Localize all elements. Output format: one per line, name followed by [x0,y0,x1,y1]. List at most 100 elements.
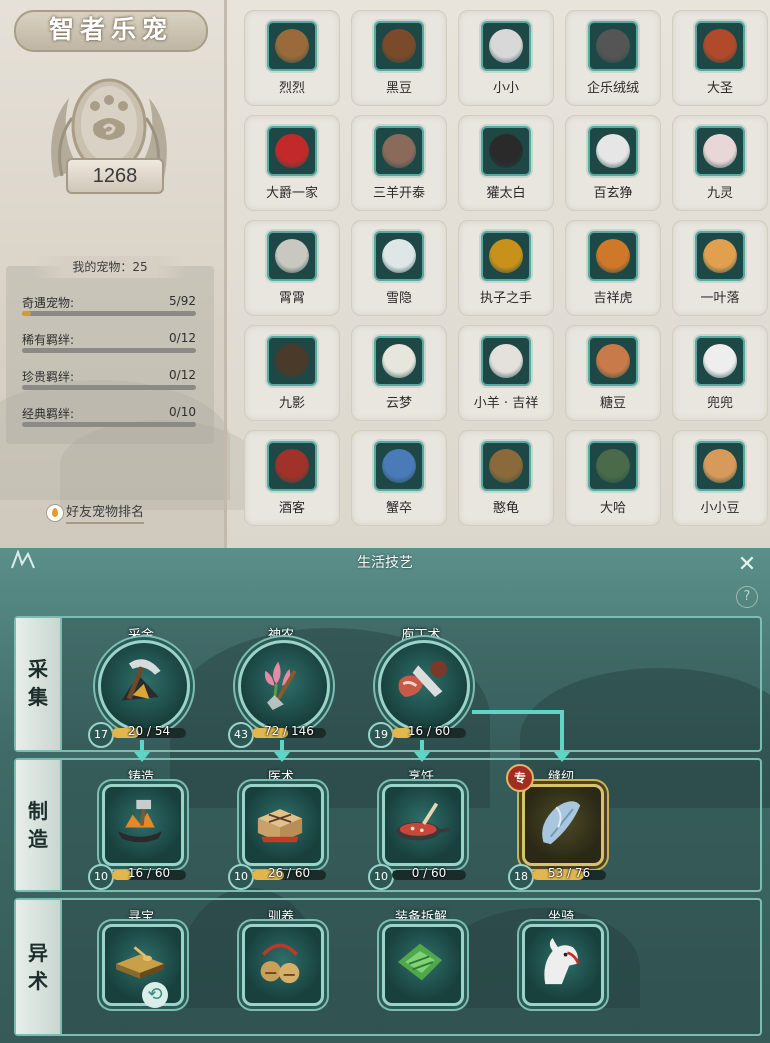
pet-card[interactable]: 黑豆 [351,10,447,106]
stat-value: 0/12 [169,368,196,382]
sewing-icon [542,801,581,845]
pet-card[interactable]: 九影 [244,325,340,421]
pet-card[interactable]: 大爵一家 [244,115,340,211]
skill-level-badge: 10 [368,864,394,890]
skill-frame [382,784,464,866]
skill-xp-text: 53 / 76 [547,866,591,880]
skill-sewing[interactable]: 缝纫 专 18 53 / 76 [506,764,616,890]
pet-card[interactable]: 小羊 · 吉祥 [458,325,554,421]
skill-mount[interactable]: 坐骑 [506,906,616,1026]
pet-card[interactable]: 憨龟 [458,430,554,526]
pet-name: 大哈 [599,501,626,516]
pet-portrait-frame [588,126,638,176]
pet-score-plate: 1268 [66,158,164,194]
pet-name: 吉祥虎 [593,291,633,306]
skill-frame [522,924,604,1006]
pet-card[interactable]: 蟹卒 [351,430,447,526]
skill-treasure-hunt[interactable]: 寻宝 ⟲ [86,906,196,1026]
skills-panel-title: 生活技艺 [357,555,413,571]
skill-mining[interactable]: 采金 17 20 / 54 [86,624,196,748]
pet-card[interactable]: 雪隐 [351,220,447,316]
skill-butchery[interactable]: 庖丁术 19 16 / 60 [366,624,476,748]
pet-card[interactable]: 云梦 [351,325,447,421]
goat-icon [489,29,523,63]
swap-icon[interactable]: ⟲ [142,982,168,1008]
pet-name: 霄霄 [278,291,305,306]
skill-xp-text: 20 / 54 [127,724,171,738]
bird-icon [275,449,309,483]
pet-portrait-frame [481,126,531,176]
pet-portrait-frame [695,126,745,176]
skill-name: 坐骑 [547,910,574,925]
corgi-icon [703,239,737,273]
pet-portrait-frame [695,336,745,386]
pet-name: 大爵一家 [265,186,318,201]
pet-name: 小小 [492,81,519,96]
pet-card[interactable]: 糖豆 [565,325,661,421]
skill-forging[interactable]: 铸造 10 16 / 60 [86,766,196,890]
pet-card[interactable]: 三羊开泰 [351,115,447,211]
pet-summary-sidebar: 智者乐宠 1268 我的宠物：25 奇遇宠物: 5/92 稀有羁绊: 0/12 … [0,0,260,548]
pet-name: 一叶落 [700,291,740,306]
pet-card[interactable]: 一叶落 [672,220,768,316]
skill-level-badge: 10 [88,864,114,890]
pet-card[interactable]: 獾太白 [458,115,554,211]
pet-card[interactable]: 兜兜 [672,325,768,421]
life-skills-panel: 生活技艺 ✕ ? 采 集 制 造 异 术 采金 17 20 / 54 神农 43… [0,548,770,1043]
pet-card[interactable]: 小小豆 [672,430,768,526]
skill-farming[interactable]: 神农 43 72 / 146 [226,624,336,748]
badger-icon [489,134,523,168]
pet-card[interactable]: 烈烈 [244,10,340,106]
title-banner: 智者乐宠 [14,10,208,52]
pet-card[interactable]: 百玄狰 [565,115,661,211]
skill-taming[interactable]: 驯养 [226,906,336,1026]
pet-collection-panel: 智者乐宠 1268 我的宠物：25 奇遇宠物: 5/92 稀有羁绊: 0/12 … [0,0,770,548]
pet-name: 憨龟 [492,501,519,516]
section-tab: 采 集 [16,618,62,750]
skill-level-badge: 17 [88,722,114,748]
pet-portrait-frame [267,126,317,176]
monkey-icon [703,29,737,63]
skill-equipment-dismantle[interactable]: 装备拆解 [366,906,476,1026]
pet-portrait-frame [267,441,317,491]
stat-progress-bar [22,348,196,353]
stat-row-encounter-pets: 奇遇宠物: 5/92 [22,294,198,320]
white-horse-icon [544,938,580,985]
pet-card[interactable]: 大哈 [565,430,661,526]
specialization-badge: 专 [506,764,534,792]
pet-card[interactable]: 吉祥虎 [565,220,661,316]
pet-card[interactable]: 九灵 [672,115,768,211]
pet-card[interactable]: 企乐绒绒 [565,10,661,106]
pet-portrait-frame [481,441,531,491]
sheep-icon [382,134,416,168]
skill-name: 装备拆解 [394,910,447,925]
skill-cooking[interactable]: 烹饪 10 0 / 60 [366,766,476,890]
pet-name: 执子之手 [479,291,532,306]
skill-xp-text: 72 / 146 [264,724,314,738]
pet-portrait-frame [588,336,638,386]
pet-card[interactable]: 酒客 [244,430,340,526]
pet-card[interactable]: 霄霄 [244,220,340,316]
stat-progress-bar [22,422,196,427]
pet-portrait-frame [588,441,638,491]
pet-portrait-frame [374,231,424,281]
white-cat-icon [703,344,737,378]
stat-row-rare-bond: 稀有羁绊: 0/12 [22,331,198,357]
pet-card[interactable]: 大圣 [672,10,768,106]
pet-card[interactable]: 执子之手 [458,220,554,316]
skill-name: 医术 [267,770,294,785]
skill-frame [238,640,330,732]
help-button[interactable]: ? [736,586,758,608]
skill-medicine[interactable]: 医术 10 26 / 60 [226,766,336,890]
pet-portrait-frame [374,336,424,386]
pet-name: 九灵 [706,186,733,201]
lantern-icon [489,239,523,273]
friend-ranking-label: 好友宠物排名 [66,505,145,524]
close-button[interactable]: ✕ [736,554,758,576]
friend-pet-ranking-link[interactable]: 好友宠物排名 [46,502,145,524]
pickaxe-icon [121,659,161,701]
pet-card[interactable]: 小小 [458,10,554,106]
pet-name: 九影 [278,396,305,411]
unlock-arrow [554,710,570,762]
skill-xp-text: 26 / 60 [267,866,311,880]
